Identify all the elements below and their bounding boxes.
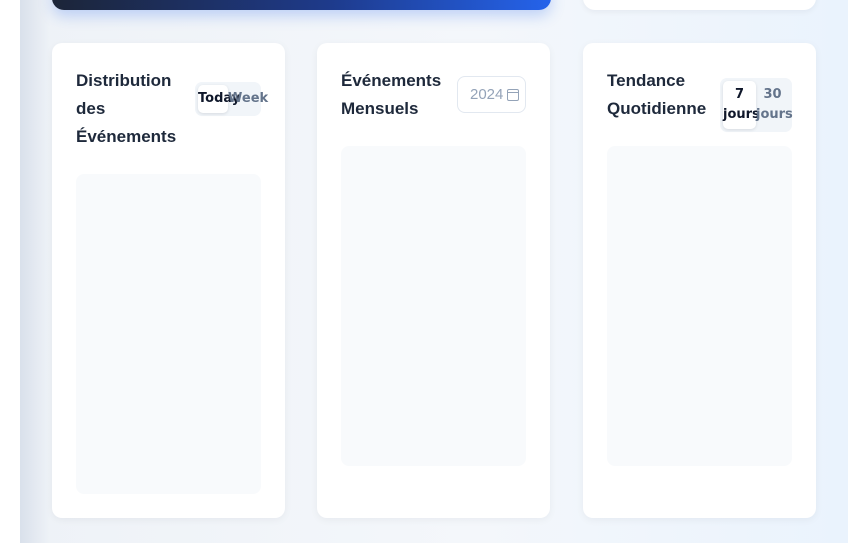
today-button[interactable]: Today (198, 85, 240, 113)
card-header: Distribution des Événements Today Week (76, 67, 268, 151)
calendar-icon[interactable] (507, 88, 519, 101)
date-input-value: 2024 (470, 86, 504, 103)
card-title: Événements Mensuels (341, 71, 442, 118)
header-banner (52, 0, 551, 10)
distribution-chart-area (76, 174, 261, 494)
sidebar-edge (0, 0, 20, 543)
card-title: Distribution des Événements (76, 71, 177, 146)
seven-days-button[interactable]: 7 jours (723, 81, 760, 129)
period-toggle: Today Week (195, 82, 268, 116)
monthly-chart-area (341, 146, 526, 466)
card-header: Événements Mensuels 2024 (341, 67, 526, 123)
daily-trend-card: Tendance Quotidienne 7 jours 30 jours (583, 43, 816, 518)
stat-card (583, 0, 816, 10)
event-distribution-card: Distribution des Événements Today Week (52, 43, 285, 518)
card-header: Tendance Quotidienne 7 jours 30 jours (607, 67, 793, 132)
monthly-events-card: Événements Mensuels 2024 (317, 43, 550, 518)
thirty-days-button[interactable]: 30 jours (756, 81, 793, 129)
year-date-input[interactable]: 2024 (457, 76, 526, 113)
trend-chart-area (607, 146, 792, 466)
card-title: Tendance Quotidienne (607, 71, 707, 118)
main-content: Distribution des Événements Today Week É… (20, 0, 848, 543)
range-toggle: 7 jours 30 jours (720, 78, 793, 132)
week-button[interactable]: Week (228, 85, 268, 113)
